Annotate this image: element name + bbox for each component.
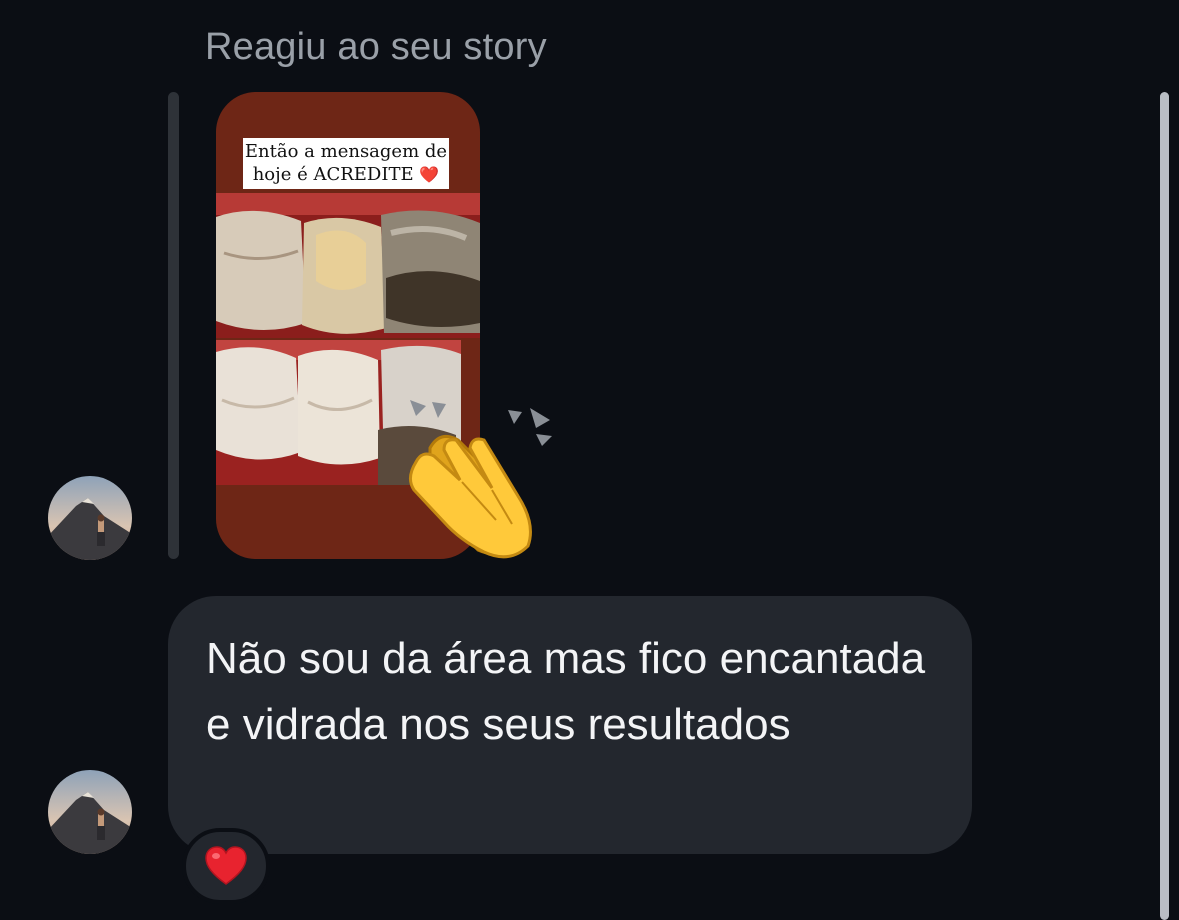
red-heart-icon [205,846,247,885]
sender-avatar[interactable] [48,770,132,854]
story-reply-caption: Reagiu ao seu story [205,26,547,68]
message-bubble[interactable]: Não sou da área mas fico encantada e vid… [168,596,972,854]
message-reaction[interactable] [182,828,270,904]
story-heart-emoji: ❤️ [419,165,440,184]
teeth-before-photo [216,193,480,338]
scrollbar[interactable] [1160,92,1169,920]
clapping-hands-icon [400,400,560,560]
sender-avatar[interactable] [48,476,132,560]
story-text-overlay: Então a mensagem de hoje é ACREDITE ❤️ [243,138,449,189]
story-reply-indicator-bar [168,92,179,559]
story-text-line-1: Então a mensagem de [244,141,448,162]
dm-thread-screen: Reagiu ao seu story Então a mensagem de … [0,0,1179,920]
story-text-line-2: hoje é ACREDITE [252,164,414,185]
message-text: Não sou da área mas fico encantada e vid… [206,634,926,749]
